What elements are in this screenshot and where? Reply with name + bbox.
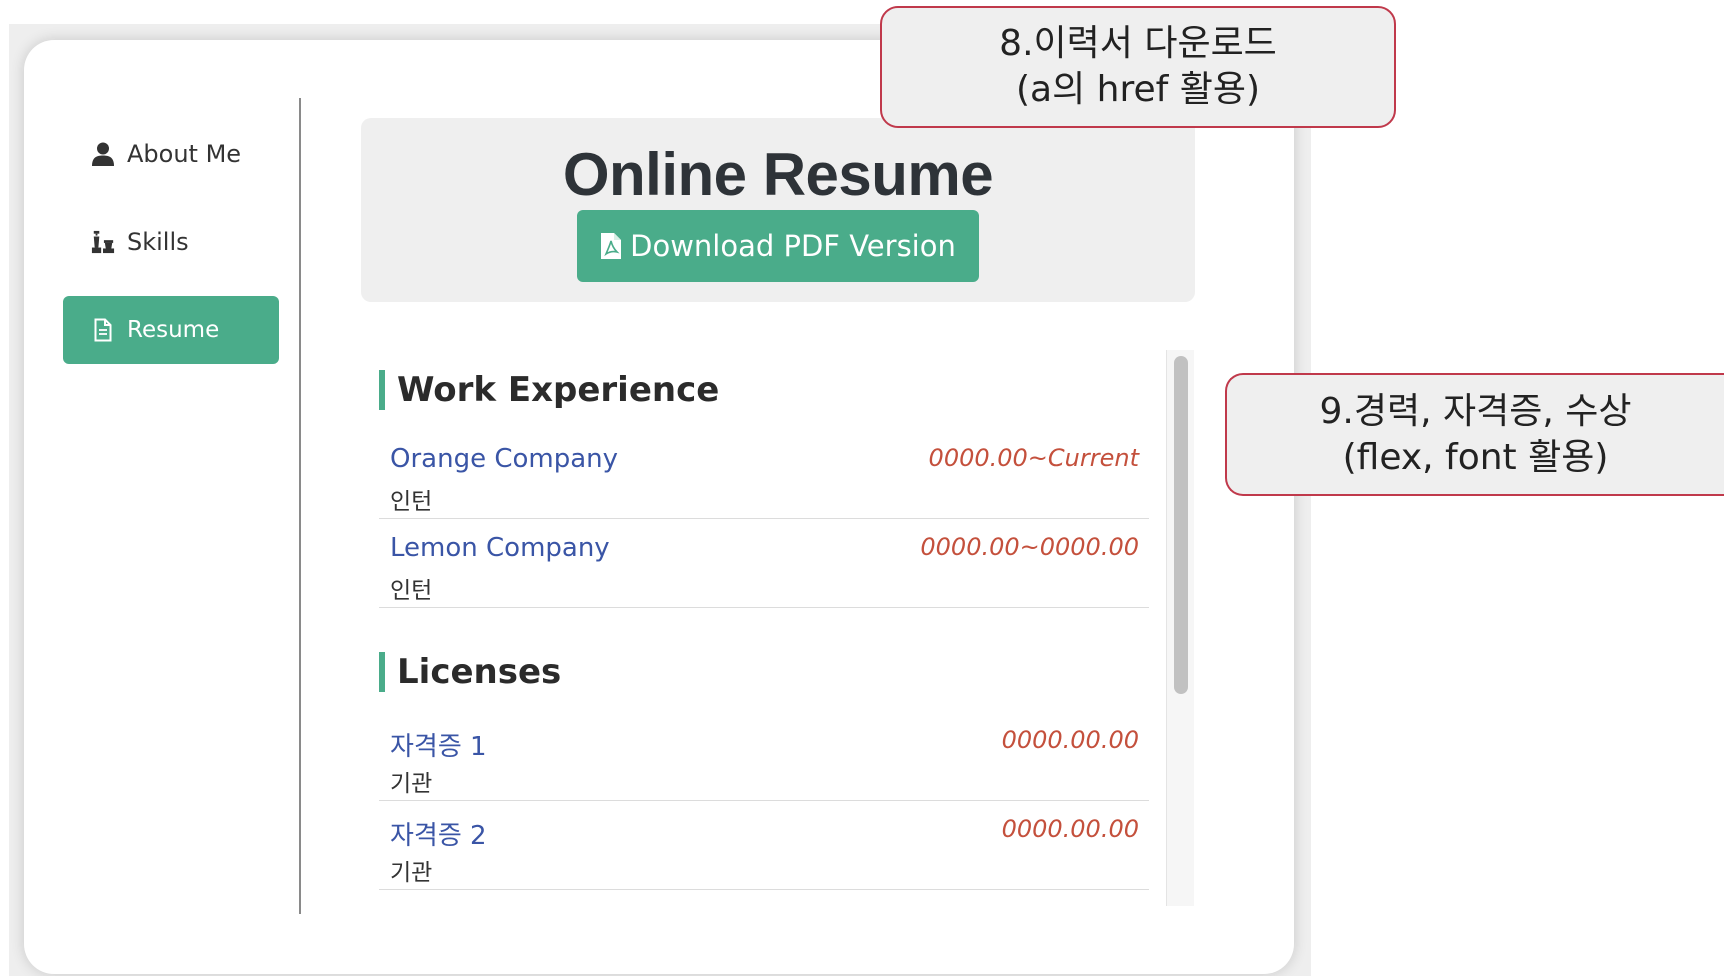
annotation-line: 8.이력서 다운로드	[999, 23, 1277, 64]
entry-name: 자격증 1	[390, 732, 487, 762]
annotation-line: (flex, font 활용)	[1342, 436, 1609, 478]
entry-issuer: 기관	[390, 771, 433, 797]
section-title-work-experience: Work Experience	[379, 368, 1149, 412]
sidebar-item-label: Resume	[127, 317, 220, 343]
sidebar-item-about-me[interactable]: About Me	[63, 120, 279, 188]
entry-issuer: 기관	[390, 860, 433, 886]
entry-date: 0000.00~Current	[928, 444, 1139, 472]
page-title: Online Resume	[562, 141, 994, 208]
download-pdf-button[interactable]: Download PDF Version	[577, 210, 979, 282]
page: About Me Skills Resume Online Resume Dow…	[0, 0, 1724, 976]
entry-date: 0000.00.00	[1001, 726, 1139, 754]
list-item: 자격증 1 기관 0000.00.00	[379, 712, 1149, 801]
entry-name: Orange Company	[390, 444, 619, 474]
sidebar-divider	[299, 98, 301, 914]
resume-content[interactable]: Work Experience Orange Company 인턴 0000.0…	[379, 352, 1149, 908]
document-icon	[91, 318, 115, 342]
sidebar-item-label: Skills	[127, 228, 189, 256]
pdf-file-icon	[600, 232, 622, 260]
work-experience-list: Orange Company 인턴 0000.00~Current Lemon …	[379, 430, 1149, 608]
section-title-licenses: Licenses	[379, 650, 1149, 694]
scrollbar[interactable]	[1166, 350, 1194, 906]
licenses-list: 자격증 1 기관 0000.00.00 자격증 2 기관 0000.00.00	[379, 712, 1149, 890]
sidebar: About Me Skills Resume	[63, 120, 279, 384]
entry-role: 인턴	[390, 578, 433, 604]
list-item: 자격증 2 기관 0000.00.00	[379, 801, 1149, 890]
user-icon	[91, 142, 115, 166]
entry-date: 0000.00~0000.00	[920, 533, 1139, 561]
annotation-experience: 9.경력, 자격증, 수상 (flex, font 활용)	[1225, 373, 1724, 496]
download-button-label: Download PDF Version	[630, 229, 956, 263]
annotation-line: (a의 href 활용)	[1015, 69, 1261, 110]
entry-role: 인턴	[390, 489, 433, 515]
sidebar-item-skills[interactable]: Skills	[63, 208, 279, 276]
resume-header: Online Resume Download PDF Version	[361, 118, 1195, 302]
chess-icon	[91, 230, 115, 254]
entry-date: 0000.00.00	[1001, 815, 1139, 843]
entry-name: 자격증 2	[390, 821, 487, 851]
sidebar-item-resume[interactable]: Resume	[63, 296, 279, 364]
list-item: Lemon Company 인턴 0000.00~0000.00	[379, 519, 1149, 608]
scrollbar-thumb[interactable]	[1174, 356, 1188, 694]
annotation-download: 8.이력서 다운로드 (a의 href 활용)	[880, 6, 1396, 128]
annotation-line: 9.경력, 자격증, 수상	[1319, 390, 1632, 432]
list-item: Orange Company 인턴 0000.00~Current	[379, 430, 1149, 519]
entry-name: Lemon Company	[390, 533, 610, 563]
sidebar-item-label: About Me	[127, 140, 242, 168]
